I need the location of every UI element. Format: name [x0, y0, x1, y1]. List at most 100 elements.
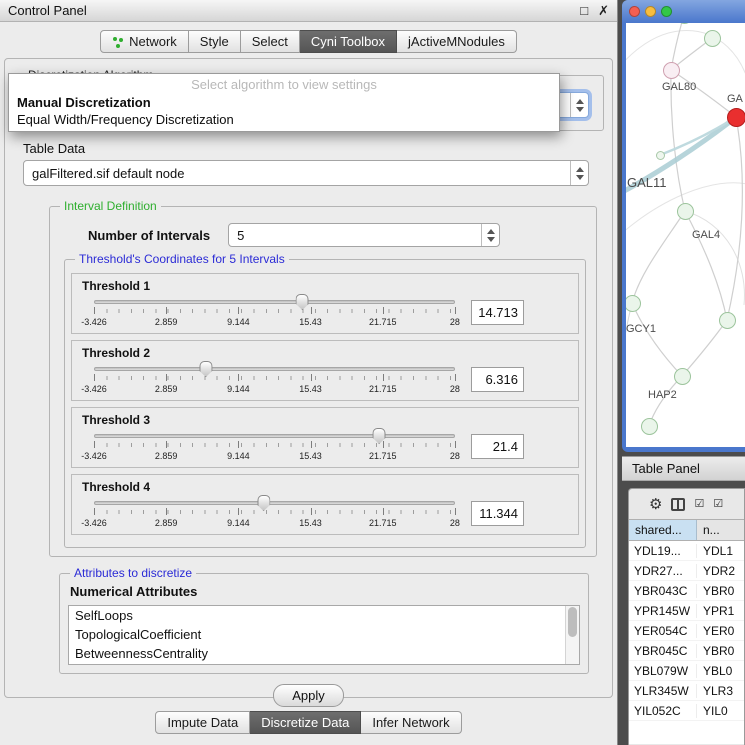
slider-scale-labels: -3.4262.8599.14415.4321.71528 [94, 384, 455, 395]
table-row[interactable]: YDL19...YDL1 [629, 541, 744, 561]
thresholds-group-title: Threshold's Coordinates for 5 Intervals [75, 252, 289, 266]
thresholds-group: Threshold's Coordinates for 5 Intervals … [64, 259, 586, 548]
slider-scale-label: 2.859 [155, 384, 178, 394]
tab-label: Network [129, 34, 177, 49]
table-data-label: Table Data [23, 141, 612, 156]
tab-label: Discretize Data [261, 715, 349, 730]
algorithm-option-equal-width-frequency-discretization[interactable]: Equal Width/Frequency Discretization [9, 111, 559, 128]
slider-track[interactable] [94, 501, 455, 505]
table-row[interactable]: YPR145WYPR1 [629, 601, 744, 621]
attributes-scrollbar[interactable] [565, 606, 579, 664]
slider-thumb[interactable] [199, 361, 212, 377]
attribute-item-topologicalcoefficient[interactable]: TopologicalCoefficient [69, 625, 579, 644]
tab-label: Cyni Toolbox [311, 34, 385, 49]
column-header-name[interactable]: n... [697, 520, 744, 540]
tab-style[interactable]: Style [189, 30, 241, 53]
numerical-attributes-list[interactable]: SelfLoopsTopologicalCoefficientBetweenne… [68, 605, 580, 665]
column-header-shared-name[interactable]: shared... [629, 520, 697, 540]
threshold-value-field[interactable]: 21.4 [471, 434, 524, 459]
slider-major-tick [166, 508, 167, 515]
network-node-label: GCY1 [626, 323, 656, 335]
number-of-intervals-combobox[interactable]: 5 [228, 223, 500, 247]
slider-scale-label: -3.426 [81, 518, 107, 528]
slider-track[interactable] [94, 434, 455, 438]
table-row[interactable]: YBR045CYBR0 [629, 641, 744, 661]
slider-thumb[interactable] [296, 294, 309, 310]
tab-network[interactable]: Network [100, 30, 189, 53]
attributes-scrollbar-thumb[interactable] [568, 607, 577, 637]
slider-thumb[interactable] [257, 495, 270, 511]
float-window-icon[interactable]: □ [580, 4, 588, 17]
slider-major-tick [383, 374, 384, 381]
apply-button[interactable]: Apply [273, 684, 344, 707]
table-row[interactable]: YBL079WYBL0 [629, 661, 744, 681]
slider-track[interactable] [94, 367, 455, 371]
cell-shared-name: YBL079W [629, 664, 697, 678]
mac-close-icon[interactable] [629, 6, 640, 17]
tab-label: Infer Network [372, 715, 449, 730]
control-panel-window: Control Panel □ ✗ NetworkStyleSelectCyni… [0, 0, 618, 745]
columns-icon[interactable] [671, 498, 685, 511]
threshold-slider[interactable]: -3.4262.8599.14415.4321.71528 [94, 428, 455, 464]
threshold-slider[interactable]: -3.4262.8599.14415.4321.71528 [94, 361, 455, 397]
network-window-titlebar[interactable] [622, 0, 745, 23]
tab-label: Select [252, 34, 288, 49]
slider-scale-label: 21.715 [369, 451, 397, 461]
select-columns-icon[interactable]: ☑ [713, 499, 723, 510]
attribute-item-betweennesscentrality[interactable]: BetweennessCentrality [69, 644, 579, 663]
network-node[interactable] [626, 295, 641, 312]
network-node[interactable] [727, 108, 745, 127]
cell-shared-name: YDR27... [629, 564, 697, 578]
table-window: ⚙ ☑ ☑ shared... n... YDL19...YDL1YDR27..… [628, 488, 745, 745]
tab-impute-data[interactable]: Impute Data [155, 711, 250, 734]
cell-name: YIL0 [697, 704, 744, 718]
network-node[interactable] [641, 418, 658, 435]
network-node[interactable] [677, 203, 694, 220]
combobox-stepper-icon[interactable] [570, 161, 588, 185]
combobox-stepper-icon[interactable] [481, 224, 499, 246]
threshold-value-field[interactable]: 14.713 [471, 300, 524, 325]
interval-definition-title: Interval Definition [60, 199, 161, 213]
tab-jactivemnodules[interactable]: jActiveMNodules [397, 30, 517, 53]
threshold-slider[interactable]: -3.4262.8599.14415.4321.71528 [94, 495, 455, 531]
mac-minimize-icon[interactable] [645, 6, 656, 17]
network-node[interactable] [674, 368, 691, 385]
cell-name: YPR1 [697, 604, 744, 618]
screen: Control Panel □ ✗ NetworkStyleSelectCyni… [0, 0, 745, 745]
slider-major-tick [94, 508, 95, 515]
slider-major-tick [238, 441, 239, 448]
gear-icon[interactable]: ⚙ [649, 497, 662, 512]
select-all-icon[interactable]: ☑ [694, 499, 704, 510]
slider-scale-label: 28 [450, 451, 460, 461]
slider-scale-labels: -3.4262.8599.14415.4321.71528 [94, 317, 455, 328]
table-row[interactable]: YLR345WYLR3 [629, 681, 744, 701]
close-window-icon[interactable]: ✗ [598, 4, 609, 17]
network-node[interactable] [704, 30, 721, 47]
slider-scale-label: 9.144 [227, 384, 250, 394]
network-node[interactable] [656, 151, 665, 160]
threshold-value-field[interactable]: 6.316 [471, 367, 524, 392]
tab-infer-network[interactable]: Infer Network [361, 711, 461, 734]
algorithm-option-manual-discretization[interactable]: Manual Discretization [9, 94, 559, 111]
slider-track[interactable] [94, 300, 455, 304]
slider-major-tick [383, 508, 384, 515]
table-row[interactable]: YBR043CYBR0 [629, 581, 744, 601]
threshold-value-field[interactable]: 11.344 [471, 501, 524, 526]
threshold-panel: Threshold 2 -3.4262.8599.14415.4321.7152… [71, 340, 579, 401]
network-node[interactable] [663, 62, 680, 79]
slider-major-tick [455, 307, 456, 314]
tab-discretize-data[interactable]: Discretize Data [250, 711, 361, 734]
table-row[interactable]: YER054CYER0 [629, 621, 744, 641]
tab-cyni-toolbox[interactable]: Cyni Toolbox [300, 30, 397, 53]
attribute-item-selfloops[interactable]: SelfLoops [69, 606, 579, 625]
table-row[interactable]: YIL052CYIL0 [629, 701, 744, 721]
threshold-slider[interactable]: -3.4262.8599.14415.4321.71528 [94, 294, 455, 330]
combobox-stepper-icon[interactable] [570, 93, 588, 117]
table-data-combobox[interactable]: galFiltered.sif default node [23, 160, 589, 186]
table-row[interactable]: YDR27...YDR2 [629, 561, 744, 581]
tab-select[interactable]: Select [241, 30, 300, 53]
mac-zoom-icon[interactable] [661, 6, 672, 17]
algorithm-dropdown-popup: Select algorithm to view settings Manual… [8, 73, 560, 132]
network-node[interactable] [719, 312, 736, 329]
network-canvas[interactable]: GAL80GAGAL11GAL4GCY1HAP2 [626, 23, 745, 447]
